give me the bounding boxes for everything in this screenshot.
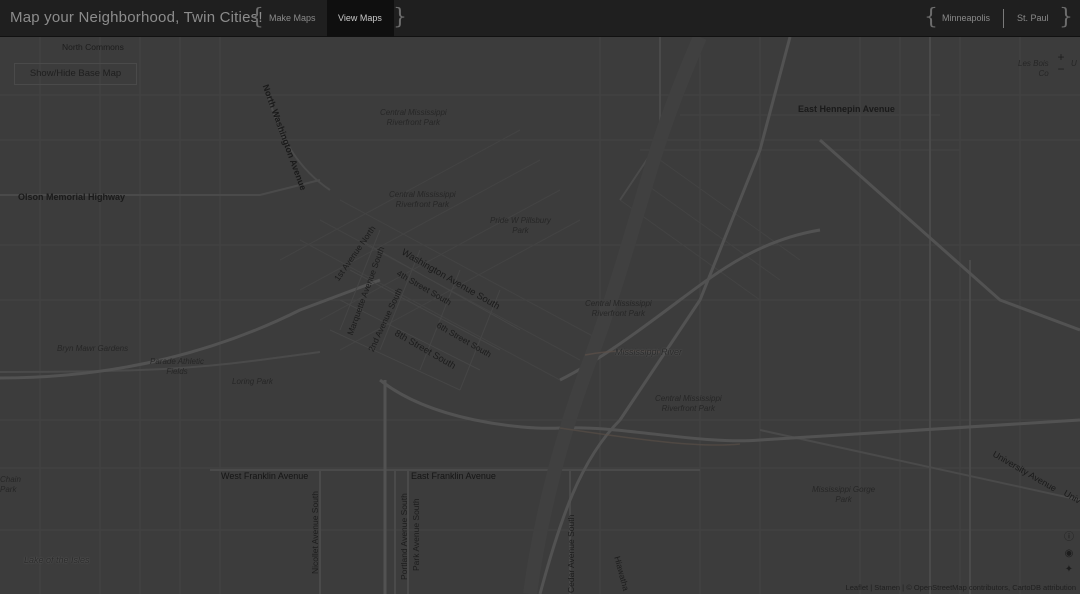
basemap-roads <box>0 37 1080 594</box>
zoom-out-button[interactable]: − <box>1054 63 1068 75</box>
nav-make-maps[interactable]: Make Maps <box>258 0 327 37</box>
toggle-basemap-button[interactable]: Show/Hide Base Map <box>14 63 137 85</box>
social-links: ⓘ ◉ ✦ <box>1061 532 1077 580</box>
city-minneapolis[interactable]: Minneapolis <box>931 0 1001 37</box>
city-brace-close: } <box>1059 5 1073 30</box>
map-canvas[interactable]: North Commons North Washington Avenue Ea… <box>0 37 1080 594</box>
twitter-icon[interactable]: ✦ <box>1063 564 1075 576</box>
nav-view-maps[interactable]: View Maps <box>327 0 394 37</box>
attrib-leaflet-link[interactable]: Leaflet <box>846 583 869 592</box>
nav-brace-close: } <box>393 5 407 30</box>
info-icon[interactable]: ⓘ <box>1063 532 1075 544</box>
app-title: Map your Neighborhood, Twin Cities! <box>10 9 263 26</box>
attrib-stamen-link[interactable]: Stamen <box>874 583 900 592</box>
header-bar: Map your Neighborhood, Twin Cities! { Ma… <box>0 0 1080 37</box>
attrib-cartodb-link[interactable]: CartoDB attribution <box>1012 583 1076 592</box>
map-attribution: Leaflet | Stamen | © OpenStreetMap contr… <box>846 583 1076 592</box>
attrib-osm-link[interactable]: OpenStreetMap contributors <box>914 583 1008 592</box>
attrib-sep: | © <box>900 583 914 592</box>
city-st-paul[interactable]: St. Paul <box>1006 0 1060 37</box>
zoom-control: + − <box>1054 51 1068 75</box>
app-root: Map your Neighborhood, Twin Cities! { Ma… <box>0 0 1080 594</box>
city-divider <box>1003 9 1004 28</box>
github-icon[interactable]: ◉ <box>1063 548 1075 560</box>
